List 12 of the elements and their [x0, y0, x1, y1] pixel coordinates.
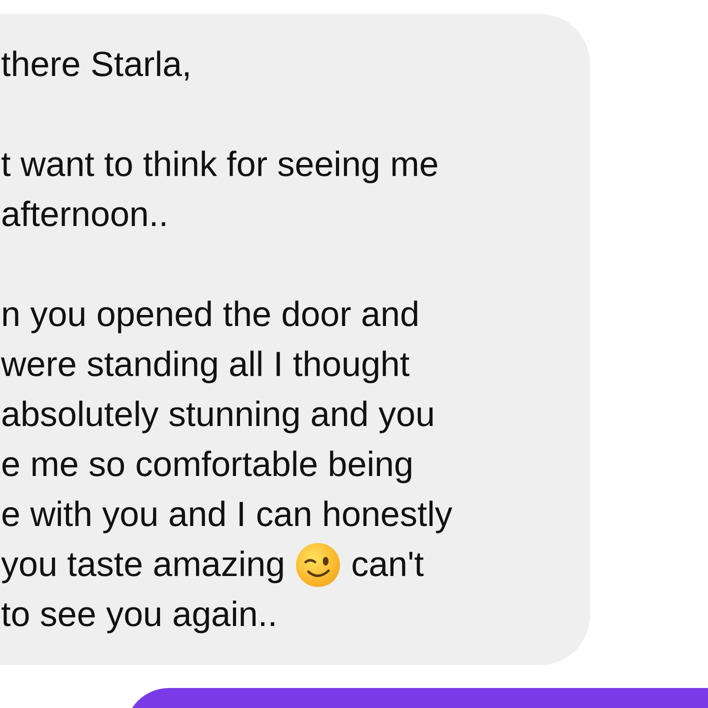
message-line: were standing all I thought [1, 344, 410, 386]
message-line: e with you and I can honestly [1, 494, 452, 536]
message-line: you taste amazing [1, 544, 286, 586]
message-line: there Starla, [1, 44, 192, 86]
winking-face-icon [295, 542, 342, 588]
message-line: t want to think for seeing me [1, 144, 439, 186]
message-line: can't [351, 544, 424, 586]
message-line: afternoon.. [1, 194, 168, 236]
message-line: to see you again.. [1, 594, 278, 636]
message-line: absolutely stunning and you [1, 394, 435, 436]
message-line: n you opened the door and [1, 294, 420, 336]
message-line: e me so comfortable being [1, 444, 414, 486]
